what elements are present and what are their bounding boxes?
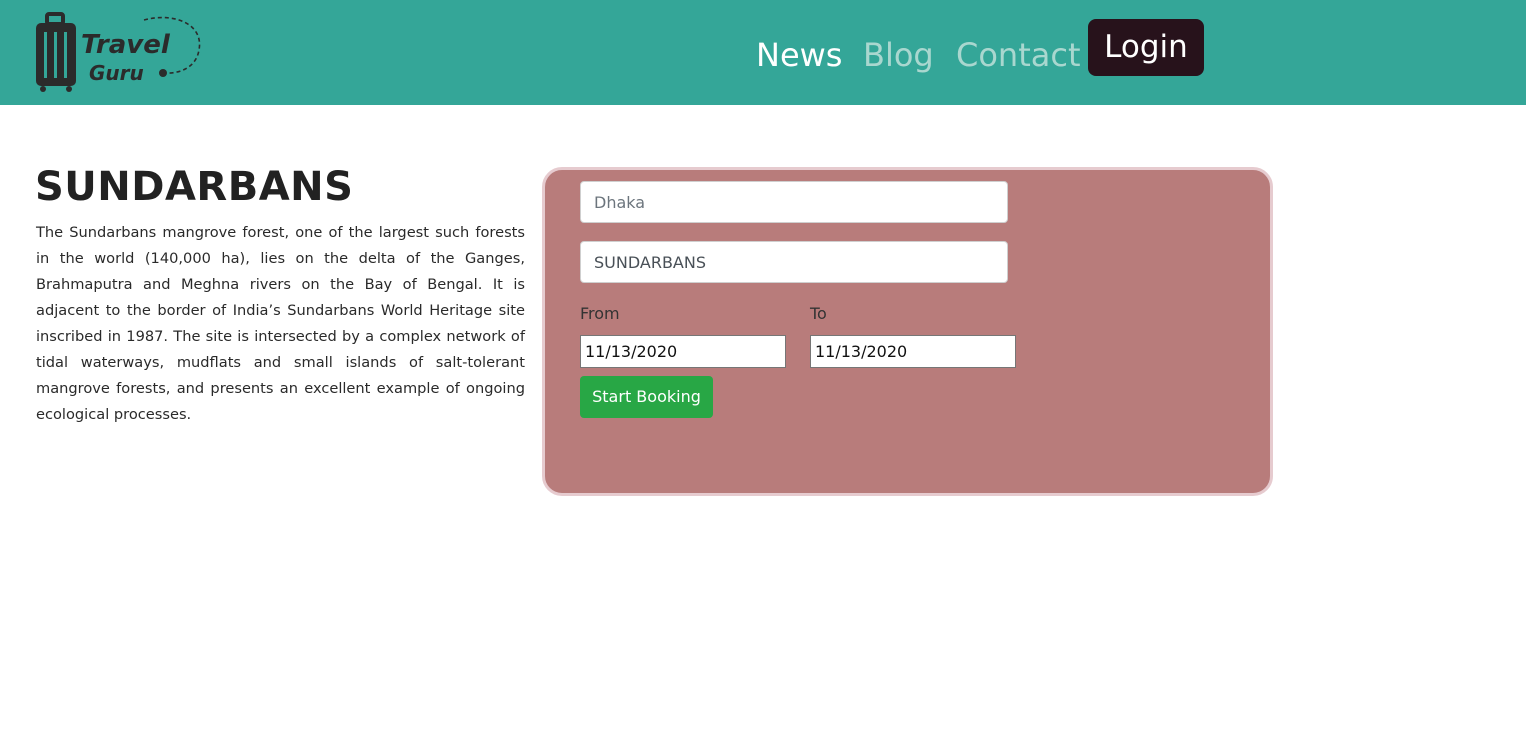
nav-link-blog[interactable]: Blog — [863, 34, 934, 76]
from-date-input[interactable] — [580, 335, 786, 368]
navbar: Travel Guru News Blog Contact Login — [0, 0, 1526, 105]
to-date-label: To — [810, 304, 827, 323]
nav-link-contact[interactable]: Contact — [956, 34, 1081, 76]
destination-input[interactable] — [580, 241, 1008, 283]
origin-input[interactable] — [580, 181, 1008, 223]
suitcase-icon: Travel Guru — [36, 12, 201, 92]
login-button[interactable]: Login — [1088, 19, 1204, 76]
booking-form: From To Start Booking — [542, 167, 1273, 496]
start-booking-button[interactable]: Start Booking — [580, 376, 713, 418]
place-title: SUNDARBANS — [35, 164, 354, 210]
from-date-label: From — [580, 304, 620, 323]
place-description: The Sundarbans mangrove forest, one of t… — [36, 224, 525, 423]
logo-text-line1: Travel — [81, 30, 171, 60]
nav-link-news[interactable]: News — [756, 34, 842, 76]
logo-text-line2: Guru — [89, 61, 144, 85]
to-date-input[interactable] — [810, 335, 1016, 368]
brand-logo[interactable]: Travel Guru — [34, 12, 204, 94]
